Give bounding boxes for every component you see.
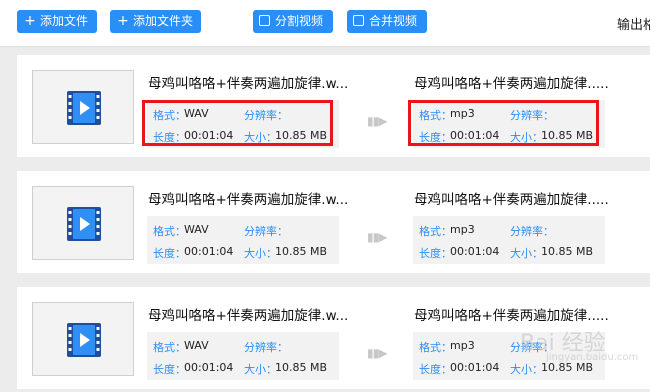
format-value: mp3 — [450, 339, 475, 352]
file-card[interactable]: 母鸡叫咯咯+伴奏两遍加旋律.w... 格式： WAV 分辨率： 长度： 00:0… — [17, 55, 650, 157]
size-key: 大小： — [510, 363, 543, 376]
add-file-button[interactable]: + 添加文件 — [17, 10, 97, 33]
size-key: 大小： — [510, 247, 543, 260]
format-key: 格式： — [153, 225, 186, 238]
format-value: mp3 — [450, 223, 475, 236]
size-value: 10.85 MB — [541, 245, 594, 258]
output-file-name: 母鸡叫咯咯+伴奏两遍加旋律..... — [414, 192, 609, 208]
length-key: 长度： — [419, 363, 452, 376]
merge-video-label: 合并视频 — [369, 14, 418, 28]
source-file-name: 母鸡叫咯咯+伴奏两遍加旋律.w... — [148, 308, 349, 324]
source-highlight-box — [142, 100, 333, 146]
size-value: 10.85 MB — [275, 245, 328, 258]
double-arrow-right-icon: ▮▮▶ — [367, 230, 387, 244]
watermark-url: jingyan.baidu.com — [546, 352, 639, 363]
source-file-name: 母鸡叫咯咯+伴奏两遍加旋律.w... — [148, 192, 349, 208]
format-key: 格式： — [419, 225, 452, 238]
output-file-name: 母鸡叫咯咯+伴奏两遍加旋律..... — [414, 308, 609, 324]
length-value: 00:01:04 — [184, 245, 234, 258]
source-file-name: 母鸡叫咯咯+伴奏两遍加旋律.w... — [148, 76, 349, 92]
video-file-icon — [67, 91, 101, 125]
size-key: 大小： — [244, 247, 277, 260]
video-thumbnail — [32, 186, 134, 260]
toolbar: + 添加文件 + 添加文件夹 分割视频 合并视频 输出格 — [0, 0, 650, 47]
split-video-label: 分割视频 — [275, 14, 324, 28]
resolution-key: 分辨率： — [510, 225, 554, 238]
add-file-label: 添加文件 — [40, 14, 89, 28]
video-thumbnail — [32, 70, 134, 144]
source-info: 格式： WAV 分辨率： 长度： 00:01:04 大小： 10.85 MB — [147, 216, 339, 264]
output-info: 格式： mp3 分辨率： 长度： 00:01:04 大小： 10.85 MB — [413, 216, 605, 264]
resolution-key: 分辨率： — [244, 341, 288, 354]
video-file-icon — [67, 207, 101, 241]
size-value: 10.85 MB — [275, 361, 328, 374]
video-file-icon — [67, 323, 101, 357]
output-file-name: 母鸡叫咯咯+伴奏两遍加旋律..... — [414, 76, 609, 92]
format-key: 格式： — [419, 341, 452, 354]
file-card[interactable]: 母鸡叫咯咯+伴奏两遍加旋律.w... 格式： WAV 分辨率： 长度： 00:0… — [17, 171, 650, 273]
split-video-button[interactable]: 分割视频 — [253, 10, 333, 33]
video-thumbnail — [32, 302, 134, 376]
length-value: 00:01:04 — [450, 245, 500, 258]
output-highlight-box — [408, 100, 599, 146]
merge-video-button[interactable]: 合并视频 — [347, 10, 427, 33]
format-value: WAV — [184, 223, 209, 236]
source-info: 格式： WAV 分辨率： 长度： 00:01:04 大小： 10.85 MB — [147, 332, 339, 380]
length-key: 长度： — [153, 363, 186, 376]
size-key: 大小： — [244, 363, 277, 376]
double-arrow-right-icon: ▮▮▶ — [367, 346, 387, 360]
format-value: WAV — [184, 339, 209, 352]
double-arrow-right-icon: ▮▮▶ — [367, 114, 387, 128]
plus-icon: + — [24, 13, 36, 29]
plus-icon: + — [117, 13, 129, 29]
merge-icon — [353, 15, 364, 26]
output-format-label[interactable]: 输出格 — [617, 14, 650, 33]
add-folder-button[interactable]: + 添加文件夹 — [110, 10, 201, 33]
length-value: 00:01:04 — [450, 361, 500, 374]
add-folder-label: 添加文件夹 — [133, 14, 194, 28]
length-key: 长度： — [419, 247, 452, 260]
resolution-key: 分辨率： — [244, 225, 288, 238]
format-key: 格式： — [153, 341, 186, 354]
scissors-icon — [259, 15, 270, 26]
length-value: 00:01:04 — [184, 361, 234, 374]
length-key: 长度： — [153, 247, 186, 260]
